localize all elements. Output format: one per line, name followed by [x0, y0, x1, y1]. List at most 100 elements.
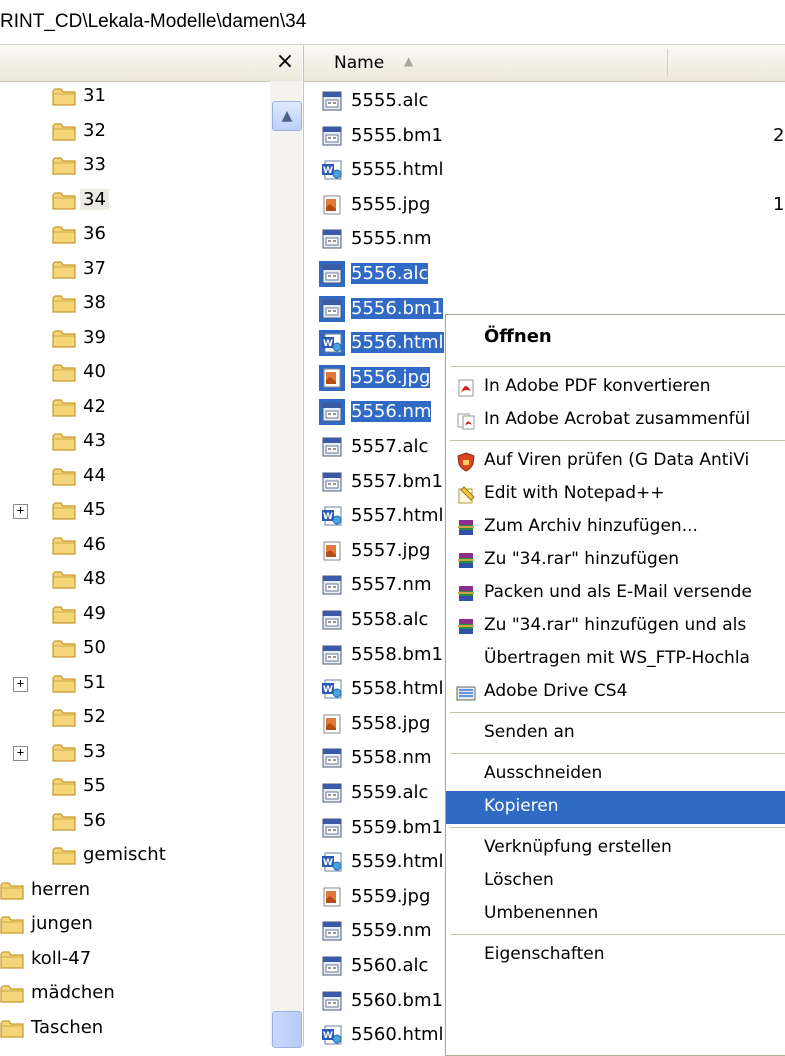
- file-name: 5558.jpg: [351, 712, 431, 734]
- file-row[interactable]: 5556.alc: [316, 258, 456, 292]
- folder-icon: [52, 260, 77, 280]
- context-menu-item[interactable]: Auf Viren prüfen (G Data AntiVi: [446, 445, 785, 478]
- close-icon[interactable]: ×: [270, 47, 300, 77]
- folder-tree-item[interactable]: +51: [0, 668, 270, 702]
- file-row[interactable]: 5560.bm1: [316, 985, 456, 1019]
- context-menu-item[interactable]: Öffnen: [446, 321, 785, 354]
- context-menu-item[interactable]: Übertragen mit WS_FTP-Hochla: [446, 643, 785, 676]
- folder-tree-item[interactable]: gemischt: [0, 840, 270, 874]
- folder-tree-item[interactable]: +45: [0, 495, 270, 529]
- folder-icon: [52, 743, 77, 763]
- context-menu-item[interactable]: Senden an: [446, 717, 785, 750]
- folder-tree-item[interactable]: 43: [0, 426, 270, 460]
- file-row[interactable]: 5557.nm: [316, 569, 456, 603]
- context-menu-item[interactable]: Packen und als E-Mail versende: [446, 577, 785, 610]
- context-menu-item[interactable]: Verknüpfung erstellen: [446, 832, 785, 865]
- file-row[interactable]: W 5555.html: [316, 154, 456, 188]
- file-row[interactable]: 5559.alc: [316, 777, 456, 811]
- file-row[interactable]: 5556.bm1: [316, 293, 456, 327]
- folder-tree-label: 36: [83, 223, 106, 244]
- file-row[interactable]: 5558.bm1: [316, 639, 456, 673]
- folder-tree-item[interactable]: koll-47: [0, 944, 270, 978]
- context-menu-label: Senden an: [484, 722, 575, 742]
- scrollbar-thumb[interactable]: [272, 1011, 302, 1048]
- folder-tree-item[interactable]: 33: [0, 150, 270, 184]
- column-header-name[interactable]: Name: [334, 53, 384, 73]
- folder-tree-item[interactable]: 56: [0, 806, 270, 840]
- context-menu-item[interactable]: In Adobe PDF konvertieren: [446, 371, 785, 404]
- context-menu-item[interactable]: Zum Archiv hinzufügen...: [446, 511, 785, 544]
- alc-file-icon: [321, 436, 343, 458]
- folders-pane-header: ×: [0, 45, 302, 82]
- folder-tree-item[interactable]: 40: [0, 357, 270, 391]
- file-row[interactable]: W 5556.html: [316, 327, 456, 361]
- file-row[interactable]: 5558.nm: [316, 742, 456, 776]
- column-divider[interactable]: [667, 49, 668, 77]
- file-row[interactable]: 5555.alc: [316, 85, 456, 119]
- file-row[interactable]: W 5558.html: [316, 673, 456, 707]
- file-name: 5559.bm1: [351, 816, 443, 838]
- folder-tree-item[interactable]: 49: [0, 599, 270, 633]
- folder-tree-item[interactable]: 39: [0, 323, 270, 357]
- folder-tree-item[interactable]: 46: [0, 530, 270, 564]
- scroll-up-arrow-icon[interactable]: ▲: [272, 101, 302, 131]
- folder-tree-scrollbar[interactable]: ▲: [270, 81, 302, 1048]
- bm1-file-icon: [321, 471, 343, 493]
- folder-tree-item[interactable]: 44: [0, 461, 270, 495]
- folder-icon: [52, 501, 77, 521]
- file-row[interactable]: 5557.jpg: [316, 535, 456, 569]
- file-row[interactable]: 5557.alc: [316, 431, 456, 465]
- file-row[interactable]: 5559.bm1: [316, 812, 456, 846]
- file-row[interactable]: 5556.nm: [316, 396, 456, 430]
- folder-tree-item[interactable]: 50: [0, 633, 270, 667]
- file-name: 5559.jpg: [351, 885, 431, 907]
- folder-tree-item[interactable]: 32: [0, 116, 270, 150]
- context-menu-item[interactable]: Ausschneiden: [446, 758, 785, 791]
- context-menu-item[interactable]: In Adobe Acrobat zusammenfül: [446, 404, 785, 437]
- context-menu-label: Auf Viren prüfen (G Data AntiVi: [484, 450, 750, 470]
- folder-tree-item[interactable]: +53: [0, 737, 270, 771]
- file-row[interactable]: 5559.jpg: [316, 881, 456, 915]
- folder-tree-item[interactable]: 42: [0, 392, 270, 426]
- file-row[interactable]: 5555.bm1: [316, 120, 456, 154]
- folder-tree-item[interactable]: 38: [0, 288, 270, 322]
- file-row[interactable]: W 5559.html: [316, 846, 456, 880]
- expand-plus-icon[interactable]: +: [13, 745, 28, 761]
- folder-tree-item[interactable]: 37: [0, 254, 270, 288]
- file-row[interactable]: W 5560.html: [316, 1019, 456, 1053]
- folder-tree-label: 46: [83, 533, 106, 555]
- expand-plus-icon[interactable]: +: [13, 676, 28, 692]
- context-menu-item[interactable]: Eigenschaften: [446, 939, 785, 972]
- folder-tree-item[interactable]: 31: [0, 81, 270, 115]
- context-menu-item[interactable]: Adobe Drive CS4: [446, 676, 785, 709]
- folder-tree-item[interactable]: 55: [0, 771, 270, 805]
- file-row[interactable]: 5555.jpg: [316, 189, 456, 223]
- folder-tree-item[interactable]: 36: [0, 219, 270, 253]
- folder-tree-item[interactable]: jungen: [0, 909, 270, 943]
- context-menu-item[interactable]: Edit with Notepad++: [446, 478, 785, 511]
- file-row[interactable]: 5558.jpg: [316, 708, 456, 742]
- file-row[interactable]: 5560.alc: [316, 950, 456, 984]
- file-name: 5555.bm1: [351, 124, 443, 146]
- file-row[interactable]: 5555.nm: [316, 223, 456, 257]
- folder-tree-item[interactable]: 48: [0, 564, 270, 598]
- folder-tree-item[interactable]: herren: [0, 875, 270, 909]
- file-row[interactable]: W 5557.html: [316, 500, 456, 534]
- file-row[interactable]: 5557.bm1: [316, 466, 456, 500]
- file-row[interactable]: 5558.alc: [316, 604, 456, 638]
- folder-tree-item[interactable]: 52: [0, 702, 270, 736]
- folder-tree-item[interactable]: Taschen: [0, 1013, 270, 1047]
- folder-tree-item[interactable]: 34: [0, 185, 270, 219]
- context-menu-item[interactable]: Kopieren: [446, 791, 785, 824]
- file-row[interactable]: 5559.nm: [316, 915, 456, 949]
- expand-plus-icon[interactable]: +: [13, 504, 28, 519]
- address-bar[interactable]: RINT_CD\Lekala-Modelle\damen\34: [0, 0, 785, 45]
- folder-tree-label: 45: [83, 499, 106, 520]
- context-menu-item[interactable]: Zu "34.rar" hinzufügen und als: [446, 610, 785, 643]
- folder-tree-item[interactable]: mädchen: [0, 978, 270, 1012]
- file-name: 5557.html: [351, 505, 444, 527]
- context-menu-item[interactable]: Löschen: [446, 865, 785, 898]
- context-menu-item[interactable]: Umbenennen: [446, 898, 785, 931]
- context-menu-item[interactable]: Zu "34.rar" hinzufügen: [446, 544, 785, 577]
- file-row[interactable]: 5556.jpg: [316, 362, 456, 396]
